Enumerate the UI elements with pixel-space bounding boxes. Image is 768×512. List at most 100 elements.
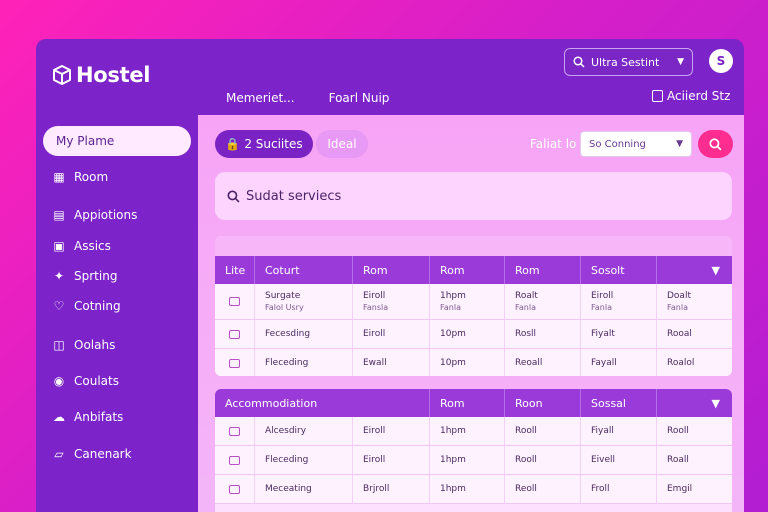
column-expand[interactable]: ▼ [657, 389, 732, 417]
table-header: Accommodiation Rom Roon Sossal ▼ [215, 389, 732, 417]
row-checkbox[interactable] [229, 329, 240, 339]
cell-name: Surgate Falol Usry [255, 284, 353, 319]
sidebar-item-my-plame[interactable]: My Plame [43, 126, 191, 156]
cell-name: Fleceding [255, 446, 353, 474]
document-icon: ▤ [53, 208, 65, 222]
cube-icon [53, 65, 71, 85]
cell: 1hpm [430, 417, 505, 445]
tab-food-nuip[interactable]: Foarl Nuip [329, 91, 390, 113]
column-header[interactable]: Rom [430, 256, 505, 284]
cell: Eiroll Fansla [353, 284, 430, 319]
grid-icon: ▦ [53, 170, 65, 184]
sidebar-item-sprting[interactable]: ✦ Sprting [52, 269, 117, 283]
column-header[interactable]: Roon [505, 389, 581, 417]
chevron-down-icon: ▼ [711, 396, 720, 410]
cell: 1hpm Fanla [430, 284, 505, 319]
cell: Brjroll [353, 475, 430, 503]
cell: Roalol [667, 358, 695, 368]
cell: Roalt Fanla [505, 284, 581, 319]
account-select-value: Ultra Sestint [591, 55, 660, 69]
column-expand[interactable]: ▼ [657, 256, 732, 284]
sidebar-item-label: Canenark [74, 447, 132, 461]
cell-name: Alcesdiry [255, 417, 353, 445]
table-row[interactable]: Surgate Falol Usry Eiroll Fansla 1hpm Fanla… [215, 284, 732, 320]
table-row[interactable]: Meceating Brjroll 1hpm Reoll Froll Emgil [215, 475, 732, 504]
sidebar-item-anbifats[interactable]: ☁ Anbifats [52, 410, 123, 424]
table-toolbar [215, 236, 732, 256]
search-button[interactable] [698, 130, 733, 158]
cell: Froll [581, 475, 657, 503]
cell-name: Fleceding [255, 349, 353, 376]
row-checkbox[interactable] [229, 426, 240, 436]
cell: Doalt Fanla [667, 291, 691, 312]
sidebar-item-canenark[interactable]: ▱ Canenark [52, 447, 132, 461]
sort-select[interactable]: So Conning ▼ [580, 131, 692, 157]
bookmark-icon: ▱ [54, 447, 64, 461]
chevron-down-icon: ▼ [711, 263, 720, 277]
cell: 1hpm [430, 446, 505, 474]
column-header[interactable]: Sossal [581, 389, 657, 417]
row-checkbox-cell [215, 284, 255, 319]
table-row[interactable]: Fecesding Eiroll 10pm Rosll Fiyalt Rooal [215, 320, 732, 349]
row-checkbox[interactable] [229, 484, 240, 494]
account-select[interactable]: Ultra Sestint ▼ [564, 48, 693, 76]
column-header[interactable]: Coturt [255, 256, 353, 284]
column-header[interactable]: Rom [505, 256, 581, 284]
sort-select-value: So Conning [589, 138, 646, 150]
cell: Reoall [505, 349, 581, 376]
calendar-icon: ▣ [53, 239, 65, 253]
chevron-down-icon: ▼ [677, 57, 684, 67]
column-header[interactable]: Rom [430, 389, 505, 417]
cell: Eiroll [353, 320, 430, 348]
row-checkbox[interactable] [229, 297, 240, 306]
sidebar-item-assics[interactable]: ▣ Assics [52, 239, 111, 253]
column-header[interactable]: Sosolt [581, 256, 657, 284]
cell: Fayall [581, 349, 657, 376]
spark-icon: ✦ [53, 269, 65, 283]
layout-icon: ◫ [53, 338, 65, 352]
row-checkbox-cell [215, 475, 255, 503]
tab-members[interactable]: Memeriet... [226, 91, 295, 121]
sidebar-item-room[interactable]: ▦ Room [52, 170, 108, 184]
sidebar-item-label: My Plame [56, 134, 115, 148]
row-checkbox[interactable] [229, 358, 240, 368]
cell: Rooal [667, 329, 692, 339]
filter-label: Faliat lo [530, 137, 577, 151]
cell-name: Meceating [255, 475, 353, 503]
cloud-icon: ☁ [53, 410, 65, 424]
table-header: Lite Coturt Rom Rom Rom Sosolt ▼ [215, 256, 732, 284]
search-icon [227, 189, 240, 202]
cell: 10pm [430, 349, 505, 376]
sidebar-item-label: Oolahs [74, 338, 116, 352]
cell: Fiyall [581, 417, 657, 445]
search-input[interactable]: Sudat serviecs [215, 172, 732, 220]
column-header[interactable]: Lite [215, 256, 255, 284]
row-checkbox-cell [215, 320, 255, 348]
sidebar-item-label: Appiotions [74, 208, 138, 222]
logo: Hostel [52, 63, 150, 87]
cell: Eiroll Fanla [581, 284, 657, 319]
table-row[interactable]: Fleceding Ewall 10pm Reoall Fayall Roalo… [215, 349, 732, 376]
cell: Eiroll [353, 417, 430, 445]
row-checkbox[interactable] [229, 455, 240, 465]
column-header[interactable]: Rom [353, 256, 430, 284]
table-row[interactable]: Fleceding Eiroll 1hpm Rooll Eivell Roall [215, 446, 732, 475]
admin-link-label: Aciierd Stz [667, 89, 731, 103]
admin-link[interactable]: Aciierd Stz [652, 89, 730, 103]
sidebar-item-label: Anbifats [74, 410, 124, 424]
ideal-filter-chip[interactable]: Ideal [316, 130, 368, 158]
table-row[interactable]: Alcesdiry Eiroll 1hpm Rooll Fiyall Rooll [215, 417, 732, 446]
suites-filter-chip[interactable]: 🔒 2 Suciites [215, 130, 313, 158]
sidebar-item-cotning[interactable]: ♡ Cotning [52, 299, 121, 313]
avatar[interactable]: S [709, 49, 733, 73]
sidebar-item-label: Cotning [74, 299, 121, 313]
sidebar-item-applications[interactable]: ▤ Appiotions [52, 208, 137, 222]
search-placeholder: Sudat serviecs [246, 188, 342, 204]
cell: Emgil [667, 484, 693, 494]
sidebar-item-coulats[interactable]: ◉ Coulats [52, 374, 119, 388]
accommodation-table: Accommodiation Rom Roon Sossal ▼ Alcesdi… [215, 389, 732, 512]
sidebar-item-oolahs[interactable]: ◫ Oolahs [52, 338, 115, 352]
chevron-down-icon: ▼ [676, 139, 683, 149]
row-checkbox-cell [215, 349, 255, 376]
column-header[interactable]: Accommodiation [215, 389, 430, 417]
